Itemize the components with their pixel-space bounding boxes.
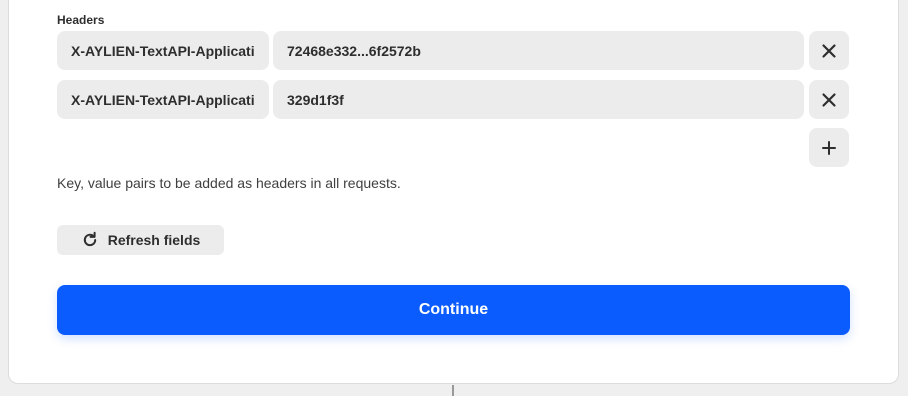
refresh-fields-label: Refresh fields bbox=[107, 232, 201, 248]
remove-header-button[interactable] bbox=[809, 31, 849, 70]
plus-icon bbox=[822, 140, 836, 155]
header-value-value: 329d1f3f bbox=[287, 91, 344, 108]
header-value-input[interactable]: 329d1f3f bbox=[273, 80, 804, 119]
header-key-value: X-AYLIEN-TextAPI-Application-Key bbox=[71, 91, 255, 108]
step-connector-line bbox=[452, 385, 454, 396]
header-value-value: 72468e332...6f2572b bbox=[287, 42, 421, 59]
refresh-icon bbox=[83, 231, 96, 247]
close-icon bbox=[822, 43, 836, 58]
header-key-input[interactable]: X-AYLIEN-TextAPI-Application-Key bbox=[57, 80, 269, 119]
refresh-fields-button[interactable]: Refresh fields bbox=[57, 225, 224, 255]
continue-button[interactable]: Continue bbox=[57, 285, 850, 335]
close-icon bbox=[822, 92, 836, 107]
headers-label: Headers bbox=[57, 13, 105, 27]
header-key-value: X-AYLIEN-TextAPI-Application-Id bbox=[71, 42, 255, 59]
header-value-input[interactable]: 72468e332...6f2572b bbox=[273, 31, 804, 70]
add-header-button[interactable] bbox=[809, 128, 849, 167]
continue-label: Continue bbox=[418, 301, 489, 318]
remove-header-button[interactable] bbox=[809, 80, 849, 119]
header-key-input[interactable]: X-AYLIEN-TextAPI-Application-Id bbox=[57, 31, 269, 70]
headers-help-text: Key, value pairs to be added as headers … bbox=[57, 175, 401, 191]
